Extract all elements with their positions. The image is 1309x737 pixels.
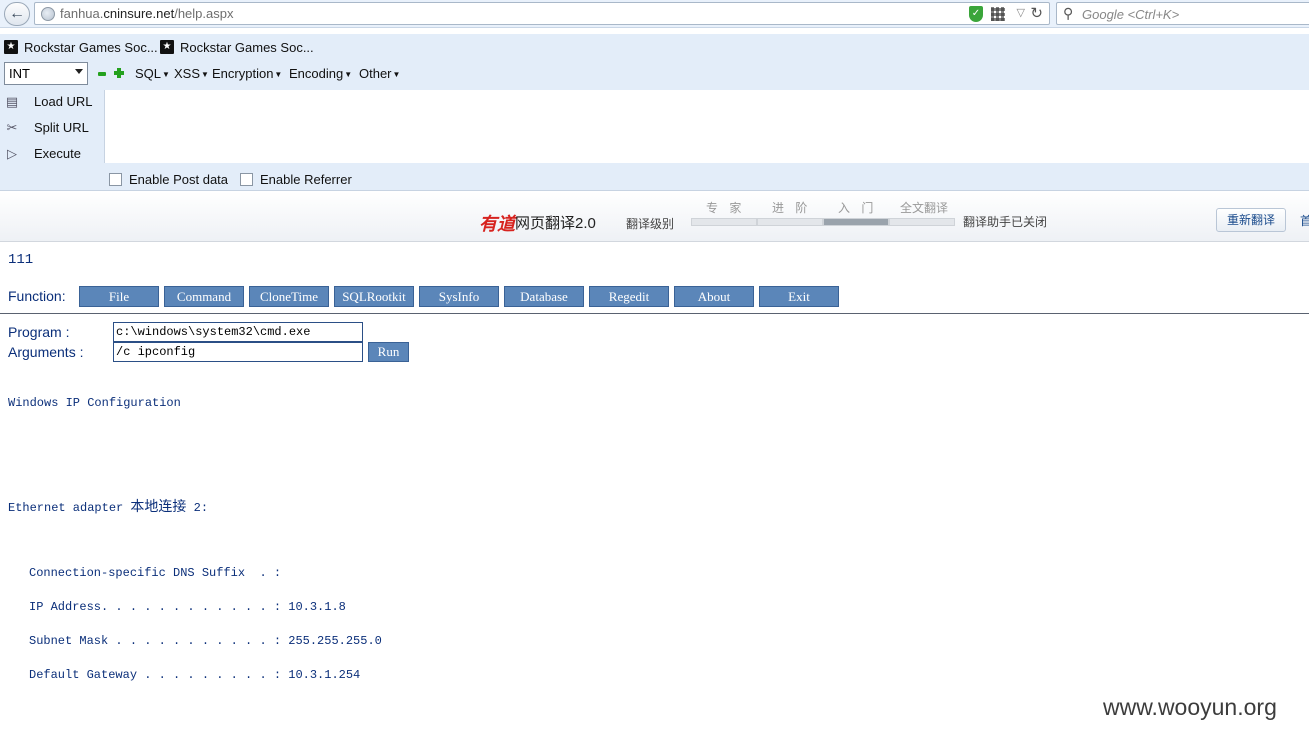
split-url-button[interactable]: ✂ Split URL: [0, 116, 100, 140]
browser-window: ← fanhua.cninsure.net/help.aspx ✓ ▽ ↻ ⚲ …: [0, 0, 1309, 737]
youdao-logo: 有道: [479, 214, 515, 234]
url-path: /help.aspx: [174, 6, 234, 21]
search-icon: ⚲: [1063, 5, 1074, 21]
enable-post-data-checkbox[interactable]: Enable Post data: [109, 172, 228, 187]
reload-icon[interactable]: ↻: [1030, 4, 1043, 22]
arguments-label: Arguments :: [8, 344, 84, 360]
translation-level-label: 翻译级别: [626, 217, 675, 231]
dropdown-icon[interactable]: ▽: [1017, 6, 1025, 19]
exit-button[interactable]: Exit: [759, 286, 839, 307]
clonetime-button[interactable]: CloneTime: [249, 286, 329, 307]
url-text[interactable]: fanhua.cninsure.net/help.aspx: [60, 6, 233, 21]
file-button[interactable]: File: [79, 286, 159, 307]
globe-icon: [41, 7, 55, 21]
qr-code-icon[interactable]: [991, 7, 1005, 21]
checkbox-box[interactable]: [109, 173, 122, 186]
program-label: Program :: [8, 324, 70, 340]
bookmarks-toolbar: ★ Rockstar Games Soc... ★ Rockstar Games…: [0, 34, 1309, 58]
rockstar-icon: ★: [160, 40, 174, 54]
search-box[interactable]: ⚲ Google <Ctrl+K>: [1056, 2, 1309, 25]
level-expert[interactable]: 专 家: [706, 199, 745, 216]
bookmark-label: Rockstar Games Soc...: [24, 39, 158, 55]
bookmark-item[interactable]: ★ Rockstar Games Soc...: [160, 38, 314, 56]
rockstar-icon: ★: [4, 40, 18, 54]
sysinfo-button[interactable]: SysInfo: [419, 286, 499, 307]
sqlrootkit-button[interactable]: SQLRootkit: [334, 286, 414, 307]
youdao-translate-bar: 有道 网页翻译2.0 翻译级别 专 家 进 阶 入 门 全文翻译 翻译助手已关闭…: [0, 192, 1309, 242]
retranslate-button[interactable]: 重新翻译: [1216, 208, 1286, 232]
arguments-input[interactable]: /c ipconfig: [113, 342, 363, 362]
increase-icon[interactable]: [114, 68, 124, 78]
level-slider-segment[interactable]: [757, 218, 823, 226]
shield-icon[interactable]: ✓: [969, 6, 983, 22]
divider: [0, 313, 1309, 314]
url-host: cninsure.net: [103, 6, 175, 21]
url-bar[interactable]: fanhua.cninsure.net/help.aspx ✓ ▽ ↻: [34, 2, 1050, 25]
output-adapter-line: Ethernet adapter 本地连接 2:: [8, 499, 209, 515]
menu-encryption[interactable]: Encryption▼: [212, 66, 282, 81]
menu-encoding[interactable]: Encoding▼: [289, 66, 352, 81]
output-line: Subnet Mask . . . . . . . . . . . : 255.…: [29, 634, 382, 648]
output-header: Windows IP Configuration: [8, 396, 181, 410]
decrease-icon[interactable]: [98, 72, 106, 76]
watermark: www.wooyun.org: [1103, 694, 1277, 720]
level-advanced[interactable]: 进 阶: [772, 199, 811, 216]
youdao-extra[interactable]: 首: [1300, 212, 1309, 229]
run-button[interactable]: Run: [368, 342, 409, 362]
menu-xss[interactable]: XSS▼: [174, 66, 209, 81]
url-prefix: fanhua.: [60, 6, 104, 21]
youdao-status: 翻译助手已关闭: [963, 215, 1048, 229]
function-label: Function:: [8, 288, 66, 304]
database-button[interactable]: Database: [504, 286, 584, 307]
level-beginner[interactable]: 入 门: [838, 199, 877, 216]
type-select[interactable]: INT: [4, 62, 88, 85]
load-url-icon: ▤: [5, 94, 19, 109]
load-url-button[interactable]: ▤ Load URL: [0, 90, 100, 114]
youdao-title: 网页翻译2.0: [515, 215, 596, 232]
hackbar-toolbar: INT SQL▼ XSS▼ Encryption▼ Encoding▼ Othe…: [0, 58, 1309, 90]
hackbar-panel: ▤ Load URL ✂ Split URL ▷ Execute Enable …: [0, 90, 1309, 191]
checkbox-box[interactable]: [240, 173, 253, 186]
regedit-button[interactable]: Regedit: [589, 286, 669, 307]
level-slider-segment[interactable]: [691, 218, 757, 226]
output-line: IP Address. . . . . . . . . . . . : 10.3…: [29, 600, 346, 614]
about-button[interactable]: About: [674, 286, 754, 307]
level-slider-segment[interactable]: [889, 218, 955, 226]
execute-button[interactable]: ▷ Execute: [0, 142, 100, 166]
type-select-value: INT: [9, 66, 30, 81]
output-line: Default Gateway . . . . . . . . . : 10.3…: [29, 668, 361, 682]
enable-referrer-checkbox[interactable]: Enable Referrer: [240, 172, 352, 187]
bookmark-item[interactable]: ★ Rockstar Games Soc...: [4, 38, 158, 56]
scissors-icon: ✂: [6, 120, 18, 135]
command-button[interactable]: Command: [164, 286, 244, 307]
hackbar-url-textarea[interactable]: [104, 90, 1309, 163]
level-full[interactable]: 全文翻译: [900, 199, 948, 216]
chevron-down-icon: [75, 69, 83, 74]
level-slider-segment[interactable]: [823, 218, 889, 226]
menu-other[interactable]: Other▼: [359, 66, 400, 81]
bookmark-label: Rockstar Games Soc...: [180, 39, 314, 55]
output-line: Connection-specific DNS Suffix . :: [29, 566, 282, 580]
navigation-toolbar: ← fanhua.cninsure.net/help.aspx ✓ ▽ ↻ ⚲ …: [0, 0, 1309, 28]
program-input[interactable]: c:\windows\system32\cmd.exe: [113, 322, 363, 342]
play-icon: ▷: [7, 146, 17, 161]
menu-sql[interactable]: SQL▼: [135, 66, 170, 81]
back-arrow-icon[interactable]: ←: [4, 2, 30, 26]
page-title: 111: [8, 252, 34, 268]
search-placeholder: Google <Ctrl+K>: [1082, 7, 1180, 22]
